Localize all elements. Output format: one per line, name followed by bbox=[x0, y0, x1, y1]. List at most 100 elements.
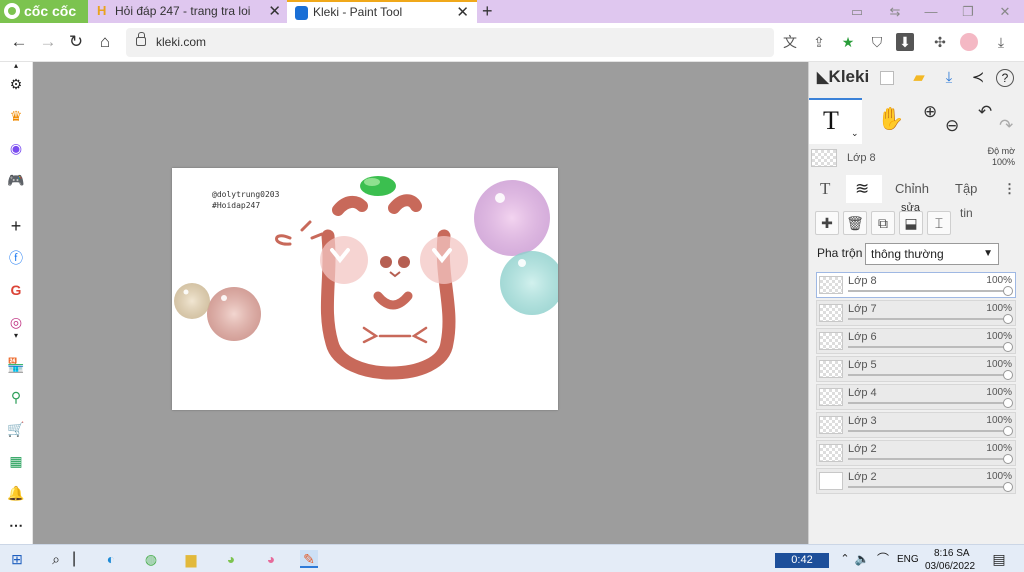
merge-layer-button[interactable]: ⬓ bbox=[899, 211, 923, 235]
facebook-icon[interactable]: ⓕ bbox=[7, 249, 25, 267]
google-icon[interactable]: G bbox=[7, 281, 25, 299]
plus-icon[interactable]: + bbox=[7, 217, 25, 235]
shop-icon[interactable]: 🏪 bbox=[7, 356, 25, 374]
add-layer-button[interactable]: ✚ bbox=[815, 211, 839, 235]
coccoc-taskbar-icon[interactable]: ◍ bbox=[142, 550, 160, 568]
layer-opacity-slider[interactable] bbox=[848, 402, 1006, 404]
bell-icon[interactable]: 🔔 bbox=[7, 484, 25, 502]
chevron-up-icon[interactable]: ⌃ bbox=[836, 550, 854, 568]
clock-date[interactable]: 03/06/2022 bbox=[925, 561, 975, 572]
layer-opacity-knob[interactable] bbox=[1003, 286, 1013, 296]
language-indicator[interactable]: ENG bbox=[897, 554, 919, 565]
tab-hoidap247[interactable]: H Hỏi đáp 247 - trang tra loi ✕ bbox=[89, 0, 289, 23]
map-icon[interactable]: ⚲ bbox=[7, 388, 25, 406]
kleki-taskbar-icon[interactable]: ✎ bbox=[300, 550, 318, 568]
layer-opacity-slider[interactable] bbox=[848, 458, 1006, 460]
task-view-icon[interactable]: | bbox=[72, 550, 76, 568]
layer-opacity-knob[interactable] bbox=[1003, 314, 1013, 324]
bookmark-star-icon[interactable]: ★ bbox=[839, 33, 857, 51]
coccoc-profile-icon[interactable]: ◕ bbox=[262, 550, 280, 568]
tab-text[interactable]: T bbox=[820, 179, 830, 199]
sheet-icon[interactable]: ▦ bbox=[7, 452, 25, 470]
tab-file[interactable]: Tập bbox=[955, 181, 977, 196]
rename-layer-button[interactable]: ⌶ bbox=[927, 211, 951, 235]
layer-item-5[interactable]: Lớp 5 100% bbox=[816, 356, 1016, 382]
coccoc-brand[interactable]: cốc cốc bbox=[0, 0, 88, 23]
share-icon[interactable]: ≺ bbox=[968, 68, 988, 88]
gamepad-icon[interactable]: 🎮 bbox=[7, 171, 25, 189]
back-button[interactable]: ← bbox=[9, 32, 29, 52]
layer-opacity-knob[interactable] bbox=[1003, 398, 1013, 408]
instagram-icon[interactable]: ◎ bbox=[7, 313, 25, 331]
drawing-canvas[interactable]: @dolytrung0203 #Hoidap247 bbox=[172, 168, 558, 410]
puzzle-icon[interactable]: ✣ bbox=[931, 33, 949, 51]
redo-icon[interactable]: ↷ bbox=[999, 116, 1013, 136]
screen-capture-icon[interactable]: ▭ bbox=[842, 0, 872, 23]
recording-timer[interactable]: 0:42 bbox=[775, 553, 829, 568]
chevron-down-icon[interactable]: ⌄ bbox=[851, 128, 859, 139]
layer-item-3[interactable]: Lớp 3 100% bbox=[816, 412, 1016, 438]
close-window-button[interactable]: ✕ bbox=[990, 0, 1020, 23]
messenger-icon[interactable]: ◉ bbox=[7, 139, 25, 157]
layer-opacity-knob[interactable] bbox=[1003, 342, 1013, 352]
layer-item-7[interactable]: Lớp 7 100% bbox=[816, 300, 1016, 326]
volume-icon[interactable]: 🔈 bbox=[853, 550, 871, 568]
open-folder-icon[interactable]: ▰ bbox=[909, 68, 929, 88]
forward-button[interactable]: → bbox=[38, 32, 58, 52]
downloads-icon[interactable]: ⤓ bbox=[992, 33, 1010, 51]
layer-item-4[interactable]: Lớp 4 100% bbox=[816, 384, 1016, 410]
more-icon[interactable]: ⋯ bbox=[7, 516, 25, 534]
kleki-logo[interactable]: ◣Kleki bbox=[817, 67, 869, 87]
layer-opacity-slider[interactable] bbox=[848, 346, 1006, 348]
layer-item-8[interactable]: Lớp 8 100% bbox=[816, 272, 1016, 298]
hand-tool-icon[interactable]: ✋ bbox=[877, 106, 904, 132]
file-explorer-icon[interactable]: ▆ bbox=[182, 550, 200, 568]
reload-button[interactable]: ↻ bbox=[66, 32, 86, 52]
close-icon[interactable]: ✕ bbox=[268, 0, 281, 23]
restore-tabs-icon[interactable]: ⇆ bbox=[880, 0, 910, 23]
crown-icon[interactable]: ♛ bbox=[7, 107, 25, 125]
layer-opacity-slider[interactable] bbox=[848, 374, 1006, 376]
coccoc-alt-icon[interactable]: ◕ bbox=[222, 550, 240, 568]
scroll-down-icon[interactable]: ▾ bbox=[7, 332, 25, 340]
tab-layers[interactable]: ≋ bbox=[846, 175, 882, 203]
text-tool-button[interactable]: T ⌄ bbox=[809, 98, 862, 144]
tab-kleki[interactable]: Kleki - Paint Tool ✕ bbox=[287, 0, 477, 23]
download-icon[interactable]: ⤓ bbox=[939, 68, 959, 88]
canvas-workspace[interactable]: @dolytrung0203 #Hoidap247 bbox=[34, 62, 808, 544]
search-icon[interactable]: ⌕ bbox=[47, 550, 65, 568]
url-field[interactable]: kleki.com bbox=[126, 28, 774, 57]
layer-opacity-slider[interactable] bbox=[848, 430, 1006, 432]
minimize-button[interactable]: — bbox=[916, 0, 946, 23]
gear-icon[interactable]: ⚙ bbox=[7, 75, 25, 93]
zoom-out-icon[interactable]: ⊖ bbox=[945, 116, 959, 136]
share-icon[interactable]: ⇪ bbox=[810, 33, 828, 51]
duplicate-layer-button[interactable]: ⧉ bbox=[871, 211, 895, 235]
layer-opacity-slider[interactable] bbox=[848, 486, 1006, 488]
scroll-up-icon[interactable]: ▴ bbox=[7, 62, 25, 70]
network-icon[interactable]: ⌒ bbox=[874, 550, 892, 568]
windows-start-icon[interactable]: ⊞ bbox=[8, 550, 26, 568]
maximize-button[interactable]: ❐ bbox=[953, 0, 983, 23]
translate-icon[interactable]: 文 bbox=[781, 33, 799, 51]
layer-opacity-knob[interactable] bbox=[1003, 454, 1013, 464]
layer-opacity-slider[interactable] bbox=[848, 318, 1006, 320]
shield-icon[interactable]: ⛉ bbox=[868, 33, 886, 51]
layer-opacity-knob[interactable] bbox=[1003, 370, 1013, 380]
layer-opacity-knob[interactable] bbox=[1003, 482, 1013, 492]
zoom-in-icon[interactable]: ⊕ bbox=[923, 102, 937, 122]
layer-opacity-slider[interactable] bbox=[848, 290, 1006, 292]
new-image-icon[interactable] bbox=[880, 71, 894, 85]
cart-icon[interactable]: 🛒 bbox=[7, 420, 25, 438]
close-icon[interactable]: ✕ bbox=[456, 2, 469, 23]
delete-layer-button[interactable]: 🗑 bbox=[843, 211, 867, 235]
avatar[interactable] bbox=[960, 33, 978, 51]
home-button[interactable]: ⌂ bbox=[95, 32, 115, 52]
layer-item-background[interactable]: Lớp 2 100% bbox=[816, 468, 1016, 494]
layer-item-2[interactable]: Lớp 2 100% bbox=[816, 440, 1016, 466]
tab-adjust[interactable]: Chỉnh bbox=[895, 181, 929, 196]
download-ext-icon[interactable]: ⬇ bbox=[896, 33, 914, 51]
layer-opacity-knob[interactable] bbox=[1003, 426, 1013, 436]
more-options-icon[interactable]: ⋮ bbox=[1003, 181, 1016, 197]
notification-icon[interactable]: ▤ bbox=[990, 550, 1008, 568]
